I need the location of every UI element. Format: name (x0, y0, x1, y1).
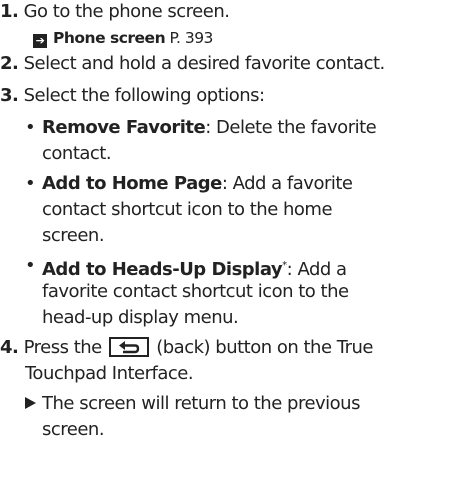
step-4: 4. Press the (back) button on the True (0, 336, 373, 360)
reference-arrow-icon: ➔ (33, 34, 47, 48)
option-remove-favorite: Remove Favorite: Delete the favorite (42, 116, 377, 140)
step-number: 4. (0, 337, 19, 358)
option-desc-cont: contact shortcut icon to the home (42, 199, 333, 220)
step-2: 2. Select and hold a desired favorite co… (0, 52, 385, 76)
step-text: Go to the phone screen. (23, 1, 230, 22)
option-desc-cont: screen. (42, 225, 105, 246)
option-desc-cont: favorite contact shortcut icon to the (42, 281, 349, 302)
cross-reference[interactable]: ➔ Phone screen P. 393 (33, 26, 213, 50)
option-desc: : Add a favorite (221, 173, 353, 194)
step-text-cont: Touchpad Interface. (25, 363, 194, 384)
result-arrow-icon (25, 397, 36, 409)
instruction-page: 1. Go to the phone screen. ➔ Phone screen… (0, 0, 463, 487)
bullet-icon: • (25, 255, 36, 276)
result-text-cont: screen. (42, 419, 105, 440)
step-number: 3. (0, 85, 19, 106)
bullet-icon: • (25, 173, 36, 194)
option-desc-cont: head-up display menu. (42, 307, 239, 328)
option-term: Remove Favorite (42, 117, 206, 138)
option-term: Add to Heads-Up Display (42, 259, 283, 280)
option-desc: : Add a (286, 259, 347, 280)
option-desc: : Delete the favorite (205, 117, 377, 138)
step-1: 1. Go to the phone screen. (0, 0, 230, 24)
back-button-icon (108, 337, 149, 357)
option-add-to-home-page: Add to Home Page: Add a favorite (42, 172, 353, 196)
step-number: 1. (0, 1, 19, 22)
step-text: Press the (23, 337, 103, 358)
option-add-to-heads-up-display: Add to Heads-Up Display*: Add a (42, 254, 347, 282)
step-text: Select the following options: (23, 85, 266, 106)
step-text: Select and hold a desired favorite conta… (23, 53, 386, 74)
bullet-icon: • (25, 117, 36, 138)
step-3: 3. Select the following options: (0, 84, 265, 108)
result-note: The screen will return to the previous (25, 392, 360, 416)
option-term: Add to Home Page (42, 173, 222, 194)
xref-page: P. 393 (169, 29, 214, 47)
step-number: 2. (0, 53, 19, 74)
option-desc-cont: contact. (42, 143, 112, 164)
step-text: (back) button on the True (156, 337, 373, 358)
result-text: The screen will return to the previous (42, 393, 360, 414)
xref-label: Phone screen (53, 29, 166, 47)
